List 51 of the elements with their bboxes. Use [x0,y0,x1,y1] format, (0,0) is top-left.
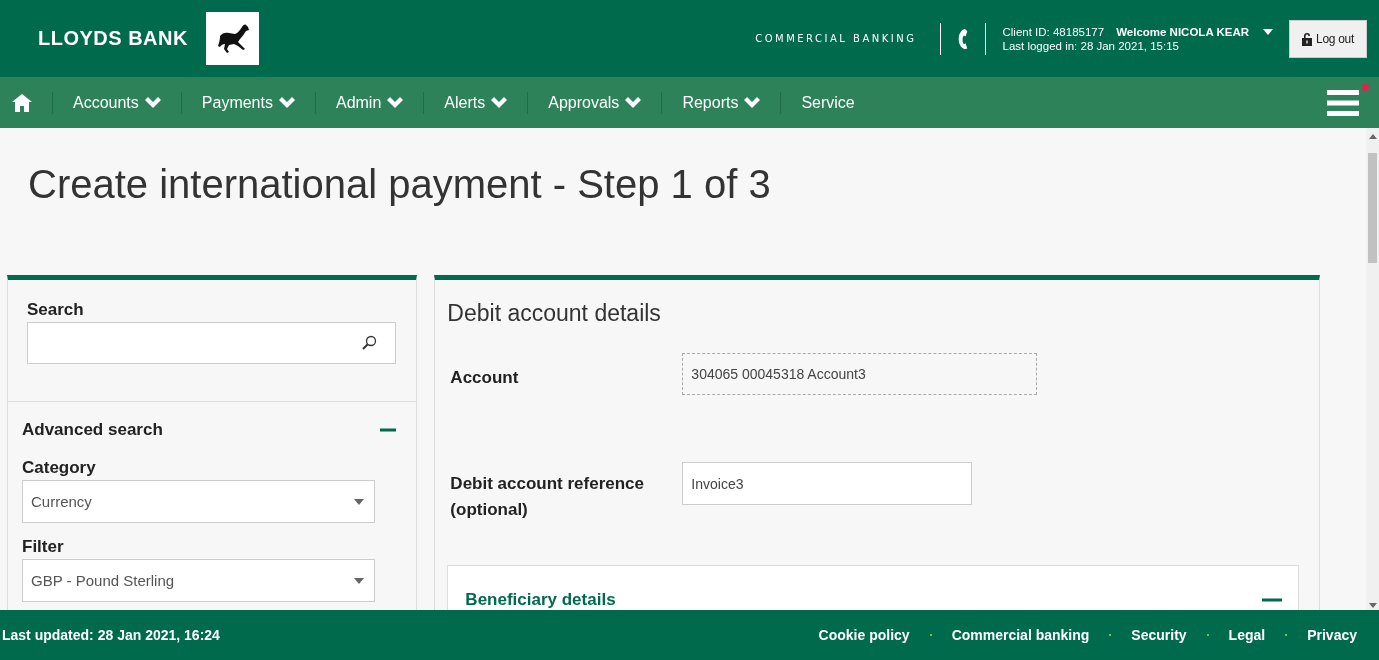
logout-button[interactable]: Log out [1289,19,1367,58]
phone-icon[interactable] [957,26,970,51]
chevron-icon [144,97,161,108]
caret-icon[interactable] [1263,28,1274,35]
field-label: Account [449,367,520,389]
chevron-icon [491,97,508,108]
menu-icon[interactable] [1327,89,1359,116]
footer-link[interactable]: Legal [1228,627,1266,643]
home-icon[interactable] [12,93,32,112]
account-field: 304065 00045318 Account3 [682,353,1038,395]
nav-menu-item[interactable]: Payments [201,93,295,112]
beneficiary-heading: Beneficiary details [465,590,616,610]
chevron-icon [278,97,295,108]
padlock-icon [1302,31,1313,46]
section-heading: Debit account details [447,300,662,327]
footer-link[interactable]: Privacy [1307,627,1357,643]
division-label: COMMERCIAL BANKING [755,33,917,44]
nav-menu-item[interactable]: Reports [682,93,761,112]
dropdown-field[interactable]: Currency [22,480,375,523]
welcome-menu[interactable]: Welcome NICOLA KEAR [1116,25,1250,38]
search-label: Search [27,300,85,320]
reference-field[interactable]: Invoice3 [682,462,973,505]
nav-menu-item[interactable]: Approvals [548,93,642,112]
scrollbar-thumb[interactable] [1368,153,1377,263]
last-logged-in: Last logged in: 28 Jan 2021, 15:15 [1002,39,1180,52]
search-icon [361,335,378,351]
footer-link[interactable]: Commercial banking [951,627,1090,643]
page-title: Create international payment - Step 1 of 3 [28,162,772,207]
footer-link[interactable]: Security [1131,627,1187,643]
nav-menu-item[interactable]: Admin [335,93,404,112]
nav-menu-item[interactable]: Alerts [444,93,508,112]
scroll-down-icon[interactable] [1368,603,1377,608]
nav-menu-item[interactable]: Accounts [73,93,161,112]
scroll-up-icon[interactable] [1368,134,1377,139]
advanced-search-heading: Advanced search [22,420,163,440]
chevron-icon [387,97,404,108]
nav-menu-item[interactable]: Service [801,93,855,112]
chevron-icon [744,97,761,108]
filter-label: Category [22,458,97,478]
field-label: Debit account reference (optional) [449,473,646,521]
caret-icon [354,498,364,505]
last-updated: Last updated: 28 Jan 2021, 16:24 [2,627,220,643]
caret-icon [354,577,364,584]
chevron-icon [625,97,642,108]
search-field[interactable] [27,322,397,364]
client-id: Client ID: 48185177 [1002,25,1105,38]
filter-label: Filter [22,537,65,557]
scrollbar[interactable] [1366,128,1379,610]
dropdown-field[interactable]: GBP - Pound Sterling [22,559,375,602]
footer-link[interactable]: Cookie policy [818,627,910,643]
brand-name: LLOYDS BANK [38,27,188,50]
